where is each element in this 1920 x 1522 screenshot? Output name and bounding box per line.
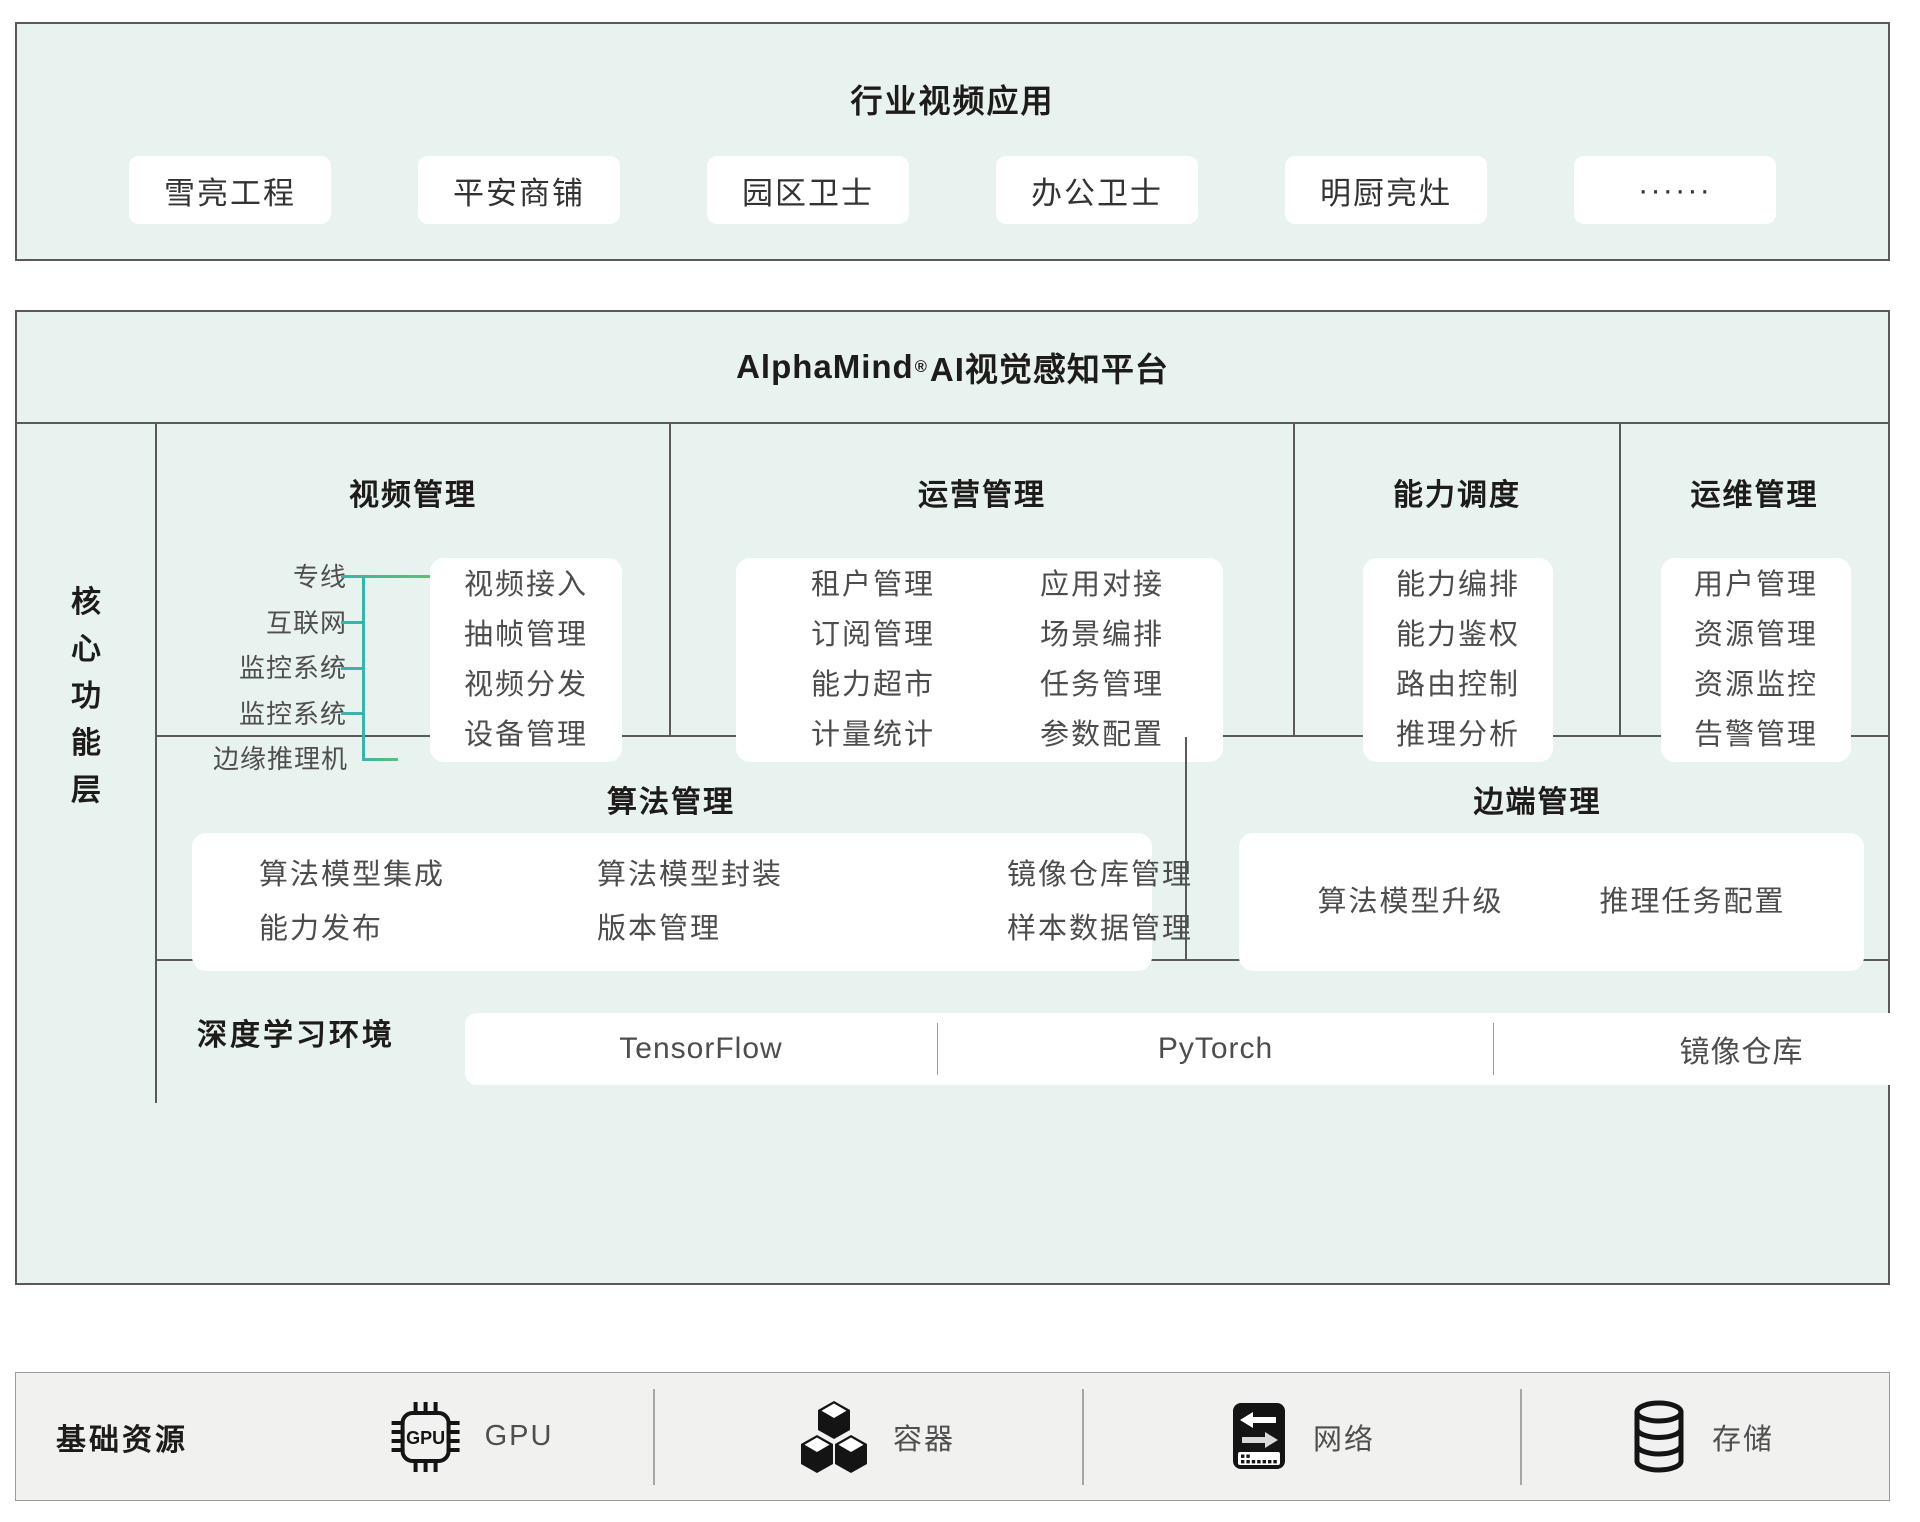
network-switch-icon (1227, 1401, 1291, 1473)
section-maintenance: 运维管理 用户管理 资源管理 资源监控 告警管理 (1621, 424, 1888, 735)
industry-apps-title: 行业视频应用 (17, 24, 1888, 122)
core-layer-sidebar: 核 心 功 能 层 (17, 424, 157, 1103)
dl-cell-tensorflow: TensorFlow (465, 1013, 937, 1085)
ops-mgmt-title: 运营管理 (671, 424, 1293, 514)
section-algorithm: 算法管理 算法模型集成 能力发布 算法模型封装 版本管理 镜像仓 (157, 737, 1187, 959)
app-chip: 明厨亮灶 (1285, 156, 1487, 224)
gpu-chip-icon: GPU (389, 1401, 463, 1473)
algorithm-col-1: 算法模型集成 能力发布 (259, 833, 445, 971)
video-mgmt-box: 视频接入 抽帧管理 视频分发 设备管理 (430, 558, 622, 762)
app-chip: 雪亮工程 (129, 156, 331, 224)
platform-panel: AlphaMind® AI视觉感知平台 核 心 功 能 层 视频管理 (15, 310, 1890, 1285)
capability-box: 能力编排 能力鉴权 路由控制 推理分析 (1363, 558, 1553, 762)
ops-col-1: 租户管理 订阅管理 能力超市 计量统计 (811, 558, 935, 762)
core-function-grid: 核 心 功 能 层 视频管理 专线 互联网 监控系统 (17, 424, 1888, 1103)
platform-brand: AlphaMind (736, 348, 914, 386)
function-row-2: 算法管理 算法模型集成 能力发布 算法模型封装 版本管理 镜像仓 (157, 737, 1888, 961)
resource-label: 存储 (1712, 1416, 1774, 1458)
base-resources-title: 基础资源 (56, 1373, 188, 1500)
section-capability: 能力调度 能力编排 能力鉴权 路由控制 推理分析 (1295, 424, 1621, 735)
capability-title: 能力调度 (1295, 424, 1619, 514)
resource-label: 网络 (1313, 1416, 1375, 1458)
section-edge: 边端管理 算法模型升级 推理任务配置 (1187, 737, 1888, 959)
edge-title: 边端管理 (1187, 737, 1888, 821)
video-source: 专线 (213, 564, 347, 590)
algorithm-col-3: 镜像仓库管理 样本数据管理 (1007, 833, 1193, 971)
ops-col-2: 应用对接 场景编排 任务管理 参数配置 (1040, 558, 1164, 762)
video-source: 监控系统 (213, 701, 347, 727)
container-cubes-icon (797, 1399, 871, 1475)
dl-cell-pytorch: PyTorch (938, 1013, 1493, 1085)
base-resources-panel: 基础资源 GPU GPU (15, 1372, 1890, 1501)
video-mgmt-title: 视频管理 (157, 424, 669, 514)
resource-label: 容器 (893, 1416, 955, 1458)
tree-connector-line (341, 621, 365, 624)
function-row-1: 视频管理 专线 互联网 监控系统 监控系统 边缘推理机 (157, 424, 1888, 737)
dl-cell-registry: 镜像仓库 (1494, 1013, 1920, 1085)
registered-mark: ® (915, 358, 928, 377)
algorithm-title: 算法管理 (157, 737, 1185, 821)
storage-database-icon (1628, 1399, 1690, 1475)
maintenance-title: 运维管理 (1621, 424, 1888, 514)
app-chip: 平安商铺 (418, 156, 620, 224)
divider (653, 1389, 655, 1485)
core-function-main: 视频管理 专线 互联网 监控系统 监控系统 边缘推理机 (157, 424, 1888, 1103)
platform-title-rest: AI视觉感知平台 (930, 343, 1169, 391)
deep-learning-label: 深度学习环境 (197, 961, 395, 1103)
algorithm-box: 算法模型集成 能力发布 算法模型封装 版本管理 镜像仓库管理 样本数据管理 (192, 833, 1152, 971)
resource-gpu: GPU GPU (389, 1373, 554, 1500)
app-chip-ellipsis: ······ (1574, 156, 1776, 224)
tree-connector-line (341, 712, 365, 715)
core-layer-label: 核 心 功 能 层 (17, 588, 155, 806)
industry-apps-panel: 行业视频应用 雪亮工程 平安商铺 园区卫士 办公卫士 明厨亮灶 ······ (15, 22, 1890, 261)
resource-storage: 存储 (1628, 1373, 1774, 1500)
video-source: 互联网 (213, 610, 347, 636)
app-chip: 办公卫士 (996, 156, 1198, 224)
svg-text:GPU: GPU (406, 1428, 445, 1448)
divider (1520, 1389, 1522, 1485)
platform-title: AlphaMind® AI视觉感知平台 (17, 312, 1888, 424)
section-video-mgmt: 视频管理 专线 互联网 监控系统 监控系统 边缘推理机 (157, 424, 671, 735)
video-source: 监控系统 (213, 655, 347, 681)
architecture-diagram: 行业视频应用 雪亮工程 平安商铺 园区卫士 办公卫士 明厨亮灶 ······ A… (0, 0, 1920, 1522)
section-ops-mgmt: 运营管理 租户管理 订阅管理 能力超市 计量统计 应用对接 场景编排 (671, 424, 1295, 735)
industry-apps-chip-row: 雪亮工程 平安商铺 园区卫士 办公卫士 明厨亮灶 ······ (17, 156, 1888, 224)
resource-label: GPU (485, 1420, 554, 1453)
tree-connector-line (341, 667, 365, 670)
resource-network: 网络 (1227, 1373, 1375, 1500)
edge-box: 算法模型升级 推理任务配置 (1239, 833, 1864, 971)
tree-connector-line (341, 575, 430, 578)
deep-learning-row: 深度学习环境 TensorFlow PyTorch 镜像仓库 (157, 961, 1888, 1103)
maintenance-box: 用户管理 资源管理 资源监控 告警管理 (1661, 558, 1851, 762)
divider (1082, 1389, 1084, 1485)
deep-learning-bar: TensorFlow PyTorch 镜像仓库 (465, 1013, 1920, 1085)
algorithm-col-2: 算法模型封装 版本管理 (597, 833, 783, 971)
resource-container: 容器 (797, 1373, 955, 1500)
ops-mgmt-box: 租户管理 订阅管理 能力超市 计量统计 应用对接 场景编排 任务管理 参数配置 (736, 558, 1223, 762)
app-chip: 园区卫士 (707, 156, 909, 224)
